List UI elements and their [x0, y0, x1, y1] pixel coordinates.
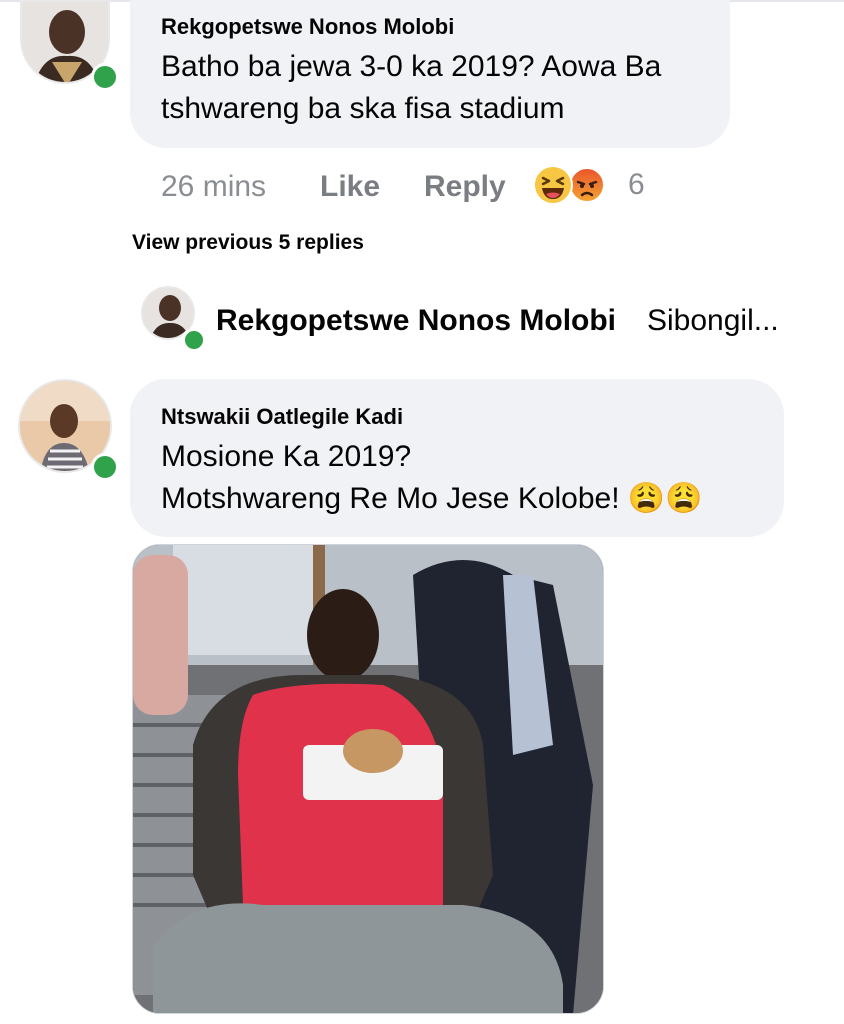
reactions-summary[interactable]: 6	[530, 164, 650, 206]
comment-text-line-1: Batho ba jewa 3-0 ka 2019? Aowa Ba	[161, 50, 662, 83]
online-status-icon	[91, 63, 119, 91]
reply-author[interactable]: Rekgopetswe Nonos Molobi	[216, 304, 616, 338]
reply-button[interactable]: Reply	[424, 170, 506, 204]
online-status-icon	[91, 453, 119, 481]
comment-author[interactable]: Ntswakii Oatlegile Kadi	[161, 404, 403, 430]
reaction-count: 6	[628, 168, 645, 201]
comment-timestamp: 26 mins	[161, 170, 267, 203]
online-status-icon	[182, 328, 206, 352]
comment-text-line-2: Motshwareng Re Mo Jese Kolobe! 😩😩	[161, 482, 703, 515]
view-previous-replies-link[interactable]: View previous 5 replies	[132, 231, 364, 255]
reply-snippet[interactable]: Sibongil...	[647, 304, 779, 338]
comment-author[interactable]: Rekgopetswe Nonos Molobi	[161, 14, 454, 40]
like-button[interactable]: Like	[320, 170, 380, 204]
comment-text-line-2: tshwareng ba ska fisa stadium	[161, 92, 565, 125]
comment-photo[interactable]	[132, 544, 604, 1014]
laughing-emoji-icon	[533, 165, 573, 205]
comment-text-line-1: Mosione Ka 2019?	[161, 440, 412, 473]
